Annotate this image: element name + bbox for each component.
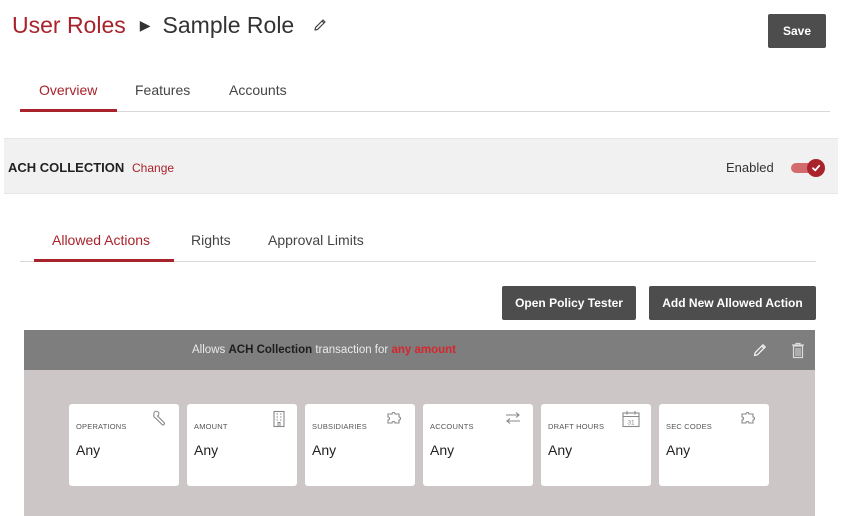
card-label: OPERATIONS [76,422,127,431]
puzzle-icon [739,410,759,431]
card-label: SEC CODES [666,422,712,431]
breadcrumb-separator-icon: ▶ [139,16,151,33]
top-tabs: Overview Features Accounts [20,74,830,112]
accounts-card[interactable]: ACCOUNTS Any [423,404,533,486]
change-feature-link[interactable]: Change [132,161,174,175]
building-icon [271,410,287,433]
enabled-label: Enabled [726,160,774,175]
calendar-day-text: 31 [627,420,635,427]
tab-allowed-actions-underline [34,259,174,262]
policy-amount: any amount [391,344,456,356]
tab-approval-limits[interactable]: Approval Limits [268,232,364,248]
card-label: DRAFT HOURS [548,422,605,431]
operations-card[interactable]: OPERATIONS Any [69,404,179,486]
subsidiaries-card[interactable]: SUBSIDIARIES Any [305,404,415,486]
tab-overview[interactable]: Overview [39,82,97,98]
edit-title-pencil-icon[interactable] [312,17,328,33]
wrench-icon [151,410,169,433]
draft-hours-card[interactable]: 31 DRAFT HOURS Any [541,404,651,486]
tab-overview-underline [20,109,117,112]
card-label: ACCOUNTS [430,422,474,431]
edit-action-pencil-icon[interactable] [752,342,768,363]
allowed-action-header: Allows ACH Collection transaction for an… [24,330,815,370]
policy-middle: transaction for [315,344,389,356]
card-label: AMOUNT [194,422,228,431]
delete-action-trash-icon[interactable] [791,342,805,364]
breadcrumb: User Roles ▶ Sample Role [12,8,328,42]
calendar-icon: 31 [621,410,641,433]
card-value: Any [430,442,455,458]
transfer-arrows-icon [503,410,523,431]
save-button[interactable]: Save [768,14,826,48]
open-policy-tester-button[interactable]: Open Policy Tester [502,286,636,320]
card-value: Any [666,442,691,458]
enabled-toggle[interactable] [789,159,827,177]
puzzle-icon [385,410,405,431]
page-title: Sample Role [162,11,295,38]
feature-title: ACH COLLECTION [8,160,125,175]
feature-section-bar: ACH COLLECTION Change Enabled [4,138,838,194]
policy-transaction: ACH Collection [228,344,313,356]
card-label: SUBSIDIARIES [312,422,367,431]
tab-allowed-actions[interactable]: Allowed Actions [52,232,150,248]
policy-prefix: Allows [192,344,226,356]
sub-tabs: Allowed Actions Rights Approval Limits [20,222,816,262]
card-value: Any [194,442,219,458]
breadcrumb-user-roles-link[interactable]: User Roles [12,12,126,39]
card-value: Any [312,442,337,458]
sec-codes-card[interactable]: SEC CODES Any [659,404,769,486]
allowed-action-panel: Allows ACH Collection transaction for an… [24,330,815,516]
card-value: Any [76,442,101,458]
policy-summary: Allows ACH Collection transaction for an… [24,344,624,356]
toggle-check-icon [807,159,825,177]
tab-features[interactable]: Features [135,82,190,98]
amount-card[interactable]: AMOUNT Any [187,404,297,486]
tab-accounts[interactable]: Accounts [229,82,287,98]
tab-rights[interactable]: Rights [191,232,231,248]
add-new-allowed-action-button[interactable]: Add New Allowed Action [649,286,816,320]
card-value: Any [548,442,573,458]
